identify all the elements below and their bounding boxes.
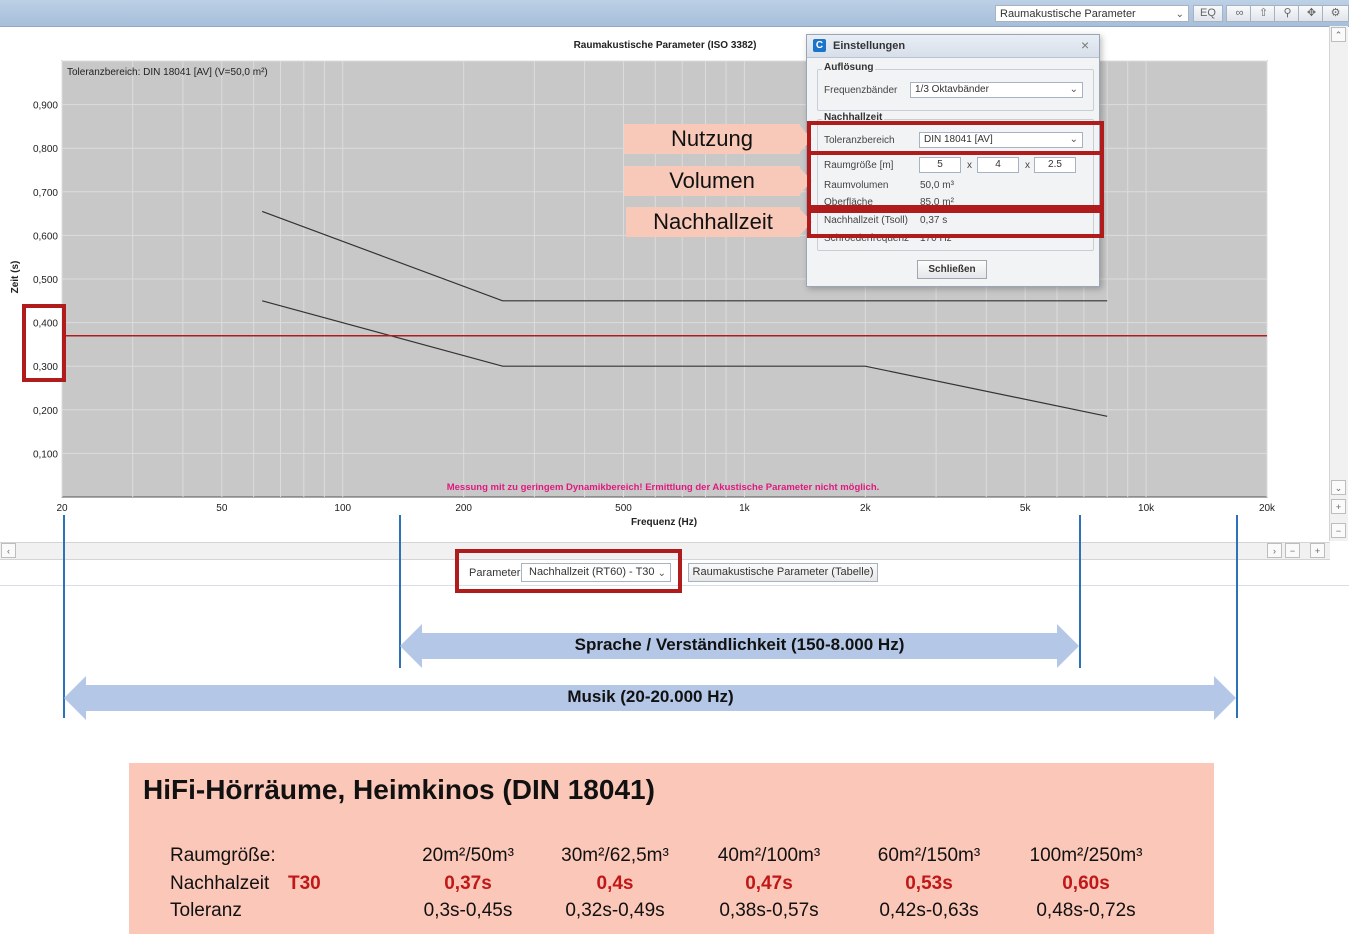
reverb-value: 0,60s	[1062, 873, 1110, 894]
tolerance-value: 0,38s-0,57s	[719, 900, 819, 921]
tolerance-value: 0,48s-0,72s	[1036, 900, 1136, 921]
highlight-tolerance	[807, 121, 1104, 155]
reverb-value: 0,4s	[596, 873, 634, 894]
room-size-row-label: Raumgröße:	[170, 845, 276, 866]
tolerance-value: 0,32s-0,49s	[565, 900, 665, 921]
room-size-value: 60m²/150m³	[877, 845, 981, 866]
reverb-row-tag: T30	[288, 873, 321, 894]
highlight-reverb	[807, 205, 1104, 238]
reverb-row-label: Nachhalzeit	[170, 873, 270, 894]
room-size-value: 30m²/62,5m³	[561, 845, 669, 866]
tolerance-value: 0,42s-0,63s	[879, 900, 979, 921]
highlight-y-range	[22, 304, 66, 382]
tolerance-row-label: Toleranz	[170, 900, 242, 921]
speech-range-label: Sprache / Verständlichkeit (150-8.000 Hz…	[574, 635, 905, 654]
highlight-volume	[807, 151, 1104, 213]
info-title: HiFi-Hörräume, Heimkinos (DIN 18041)	[143, 774, 655, 805]
music-range-label: Musik (20-20.000 Hz)	[567, 687, 734, 706]
reverb-value: 0,47s	[745, 873, 793, 894]
reverb-value: 0,53s	[905, 873, 953, 894]
room-size-value: 100m²/250m³	[1029, 845, 1143, 866]
highlight-parameter	[455, 549, 682, 593]
room-size-value: 40m²/100m³	[717, 845, 821, 866]
